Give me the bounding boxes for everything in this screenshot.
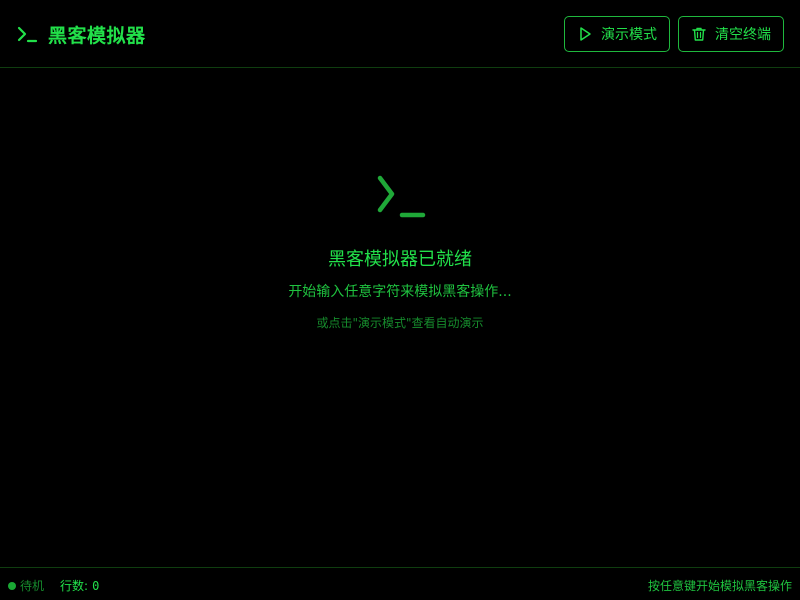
empty-state-title: 黑客模拟器已就绪 xyxy=(328,249,472,270)
app-title: 黑客模拟器 xyxy=(48,24,146,47)
clear-terminal-label: 清空终端 xyxy=(715,27,771,43)
status-state: 待机 xyxy=(20,579,45,593)
demo-mode-button[interactable]: 演示模式 xyxy=(564,16,670,52)
empty-state: 黑客模拟器已就绪 开始输入任意字符来模拟黑客操作... 或点击"演示模式"查看自… xyxy=(0,170,800,331)
app-window: 黑客模拟器 演示模式 清空终端 黑客模拟器已就绪 开始输入任意字符来模拟黑客操作… xyxy=(0,0,800,600)
terminal-prompt-icon xyxy=(377,175,426,218)
brand: 黑客模拟器 xyxy=(16,20,146,48)
status-bar: 待机 行数: 0 按任意键开始模拟黑客操作 xyxy=(0,567,800,600)
empty-state-subtitle: 开始输入任意字符来模拟黑客操作... xyxy=(288,284,512,300)
demo-mode-label: 演示模式 xyxy=(601,27,657,43)
toolbar: 演示模式 清空终端 xyxy=(564,16,784,52)
header: 黑客模拟器 演示模式 清空终端 xyxy=(0,0,800,68)
clear-terminal-button[interactable]: 清空终端 xyxy=(678,16,784,52)
status-indicator-dot xyxy=(8,581,16,590)
terminal-prompt-icon xyxy=(17,26,38,43)
status-left: 待机 行数: 0 xyxy=(8,577,99,594)
status-hint: 按任意键开始模拟黑客操作 xyxy=(647,579,792,593)
line-count-label: 行数: xyxy=(60,579,89,593)
line-count-value: 0 xyxy=(92,578,100,593)
play-icon xyxy=(580,27,591,41)
trash-icon xyxy=(692,27,706,41)
empty-state-hint: 或点击"演示模式"查看自动演示 xyxy=(316,316,484,330)
